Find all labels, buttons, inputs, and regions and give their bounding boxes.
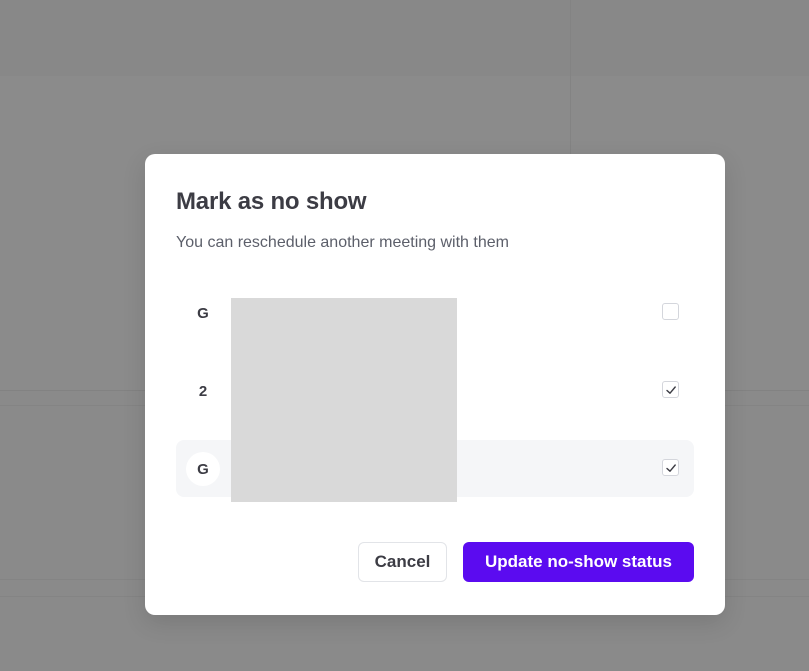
avatar: G: [197, 304, 209, 322]
update-no-show-status-button[interactable]: Update no-show status: [463, 542, 694, 582]
dialog-title: Mark as no show: [176, 188, 367, 215]
dialog-subtitle: You can reschedule another meeting with …: [176, 234, 509, 251]
no-show-dialog: Mark as no show You can reschedule anoth…: [145, 154, 725, 615]
avatar: 2: [198, 382, 208, 400]
redacted-region: [231, 298, 457, 502]
no-show-checkbox[interactable]: [662, 459, 679, 476]
no-show-checkbox[interactable]: [662, 303, 679, 320]
avatar: G: [186, 452, 220, 486]
background-header: [0, 0, 809, 76]
check-icon: [665, 463, 676, 472]
cancel-button[interactable]: Cancel: [358, 542, 447, 582]
no-show-checkbox[interactable]: [662, 381, 679, 398]
check-icon: [665, 385, 676, 394]
